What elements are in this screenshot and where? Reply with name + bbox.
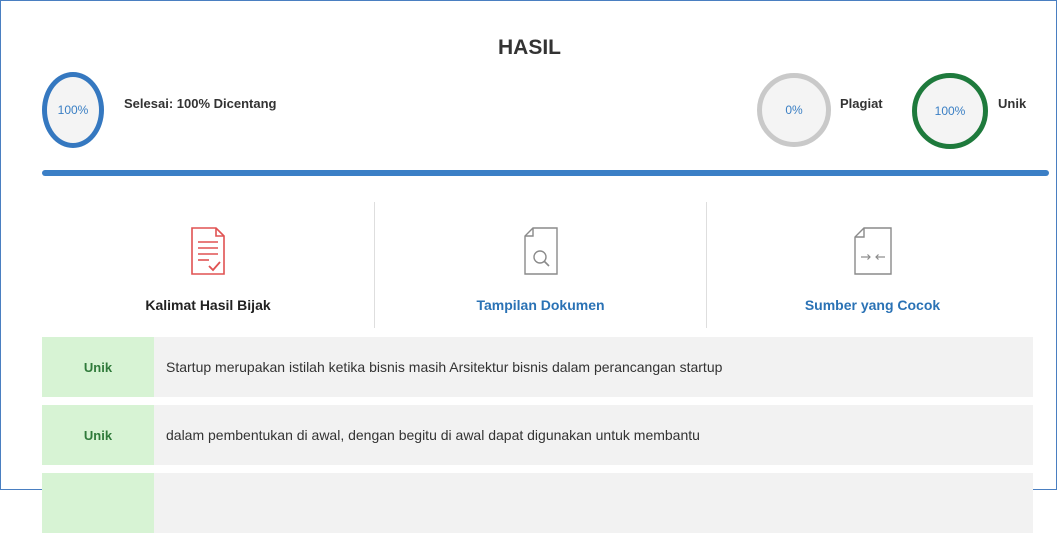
tab-label: Kalimat Hasil Bijak: [145, 297, 271, 313]
tab-kalimat-hasil-bijak[interactable]: Kalimat Hasil Bijak: [42, 202, 374, 328]
result-row[interactable]: Unik Startup merupakan istilah ketika bi…: [42, 337, 1033, 397]
plagiat-percent: 0%: [785, 103, 803, 117]
result-sentence: Startup merupakan istilah ketika bisnis …: [166, 359, 723, 375]
status-badge: Unik: [42, 337, 154, 397]
unik-ring: 100%: [912, 73, 988, 149]
unik-percent: 100%: [934, 104, 966, 118]
result-sentence: dalam pembentukan di awal, dengan begitu…: [166, 427, 700, 443]
plagiat-label: Plagiat: [840, 96, 883, 111]
progress-divider: [42, 170, 1049, 176]
plagiat-ring: 0%: [757, 73, 831, 147]
tab-tampilan-dokumen[interactable]: Tampilan Dokumen: [374, 202, 706, 328]
result-row[interactable]: Unik dalam pembentukan di awal, dengan b…: [42, 405, 1033, 465]
document-search-icon: [523, 227, 558, 275]
result-row[interactable]: [42, 473, 1033, 533]
tab-sumber-yang-cocok[interactable]: Sumber yang Cocok: [706, 202, 1038, 328]
tab-label: Tampilan Dokumen: [476, 297, 605, 313]
completion-percent: 100%: [57, 103, 89, 117]
status-badge: Unik: [42, 405, 154, 465]
tab-label: Sumber yang Cocok: [804, 297, 941, 313]
page-title: HASIL: [498, 36, 561, 59]
document-check-icon: [191, 227, 225, 275]
unik-label: Unik: [998, 96, 1027, 111]
completion-label: Selesai: 100% Dicentang: [124, 96, 277, 111]
completion-ring: 100%: [42, 72, 104, 148]
document-compare-icon: [853, 227, 892, 275]
status-badge: [42, 473, 154, 533]
